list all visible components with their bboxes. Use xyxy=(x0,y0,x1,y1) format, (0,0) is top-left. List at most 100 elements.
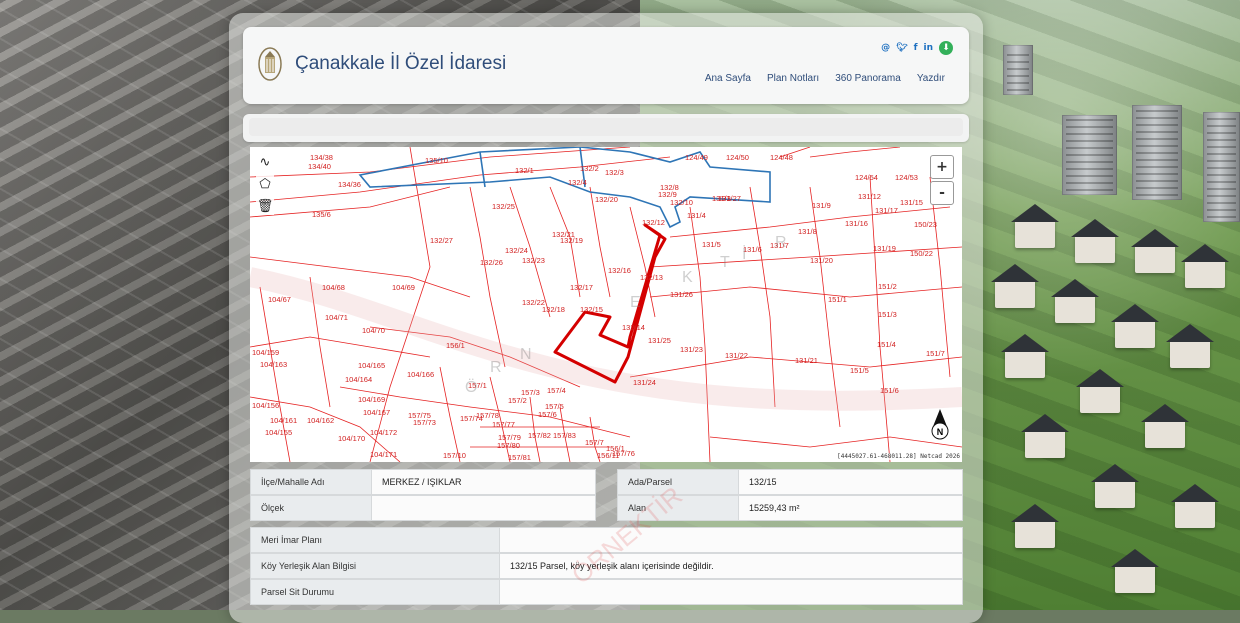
parcel-label: 131/24 xyxy=(633,378,656,387)
draw-line-icon[interactable]: ∿ xyxy=(256,153,274,171)
parcel-label: 104/164 xyxy=(345,375,372,384)
parcel-label: 131/27 xyxy=(718,194,741,203)
parcel-label: 104/70 xyxy=(362,326,385,335)
parcel-label: 131/5 xyxy=(702,240,721,249)
nav-plan-notlari[interactable]: Plan Notları xyxy=(767,73,819,84)
nav-360-panorama[interactable]: 360 Panorama xyxy=(835,73,901,84)
nav-ana-sayfa[interactable]: Ana Sayfa xyxy=(705,73,751,84)
area-value: 15259,43 m² xyxy=(739,496,962,520)
parcel-label: 151/4 xyxy=(877,340,896,349)
parcel-label: 157/80 xyxy=(497,441,520,450)
parcel-label: 124/50 xyxy=(726,153,749,162)
social-links: @ 🐦︎ f in ⬇ xyxy=(881,41,953,55)
parcel-label: 157/78 xyxy=(476,411,499,420)
table-row: İlçe/Mahalle Adı MERKEZ / IŞIKLAR xyxy=(250,469,596,495)
parcel-label: 131/9 xyxy=(812,201,831,210)
parcel-label: 157/6 xyxy=(538,410,557,419)
parcel-label: 151/6 xyxy=(880,386,899,395)
parcel-label: 104/170 xyxy=(338,434,365,443)
svg-text:N: N xyxy=(520,346,532,363)
download-icon[interactable]: ⬇ xyxy=(939,41,953,55)
table-row: Alan 15259,43 m² xyxy=(617,495,963,521)
parcel-label: 104/166 xyxy=(407,370,434,379)
parcel-label: 104/69 xyxy=(392,283,415,292)
village-settlement-label: Köy Yerleşik Alan Bilgisi xyxy=(251,554,500,578)
parcel-label: 131/4 xyxy=(687,211,706,220)
parcel-label: 132/10 xyxy=(670,198,693,207)
parcel-label: 157/82 xyxy=(528,431,551,440)
parcel-label: 104/162 xyxy=(307,416,334,425)
site-status-label: Parsel Sit Durumu xyxy=(251,580,500,604)
parcel-label: 104/67 xyxy=(268,295,291,304)
parcel-label: 157/10 xyxy=(443,451,466,460)
village-settlement-value: 132/15 Parsel, köy yerleşik alanı içeris… xyxy=(500,554,962,578)
coordinate-readout: [4445027.61-468011.28] Netcad 2026 xyxy=(837,453,960,460)
linkedin-icon[interactable]: in xyxy=(924,43,934,53)
parcel-label: 132/3 xyxy=(605,168,624,177)
parcel-label: 156/11 xyxy=(597,451,619,460)
parcel-map[interactable]: 134/38 134/40 134/36 135/10 132/1 132/2 132/3 1… xyxy=(250,147,962,462)
map-canvas[interactable]: 134/38134/40 134/36 135/10 132/1 132/2 132/3 1… xyxy=(250,147,962,462)
parcel-label: 104/155 xyxy=(265,428,292,437)
svg-text:R: R xyxy=(775,234,787,251)
scale-label: Ölçek xyxy=(251,496,372,520)
parcel-label: 104/159 xyxy=(252,348,279,357)
parcel-label: 135/6 xyxy=(312,210,331,219)
zoom-out-button[interactable]: - xyxy=(930,181,954,205)
parcel-label: 157/77 xyxy=(492,420,515,429)
svg-text:Ö: Ö xyxy=(465,378,477,396)
parcel-label: 124/49 xyxy=(685,153,708,162)
parcel-label: 131/19 xyxy=(873,244,896,253)
page-title: Çanakkale İl Özel İdaresi xyxy=(295,53,507,74)
svg-text:İ: İ xyxy=(742,244,746,263)
parcel-label: 131/21 xyxy=(795,356,818,365)
area-label: Alan xyxy=(618,496,739,520)
parcel-label: 150/23 xyxy=(914,220,937,229)
parcel-label: 132/26 xyxy=(480,258,503,267)
parcel-label: 131/25 xyxy=(648,336,671,345)
parcel-label: 131/15 xyxy=(900,198,923,207)
parcel-label: 132/2 xyxy=(580,164,599,173)
parcel-label: 151/1 xyxy=(828,295,847,304)
draw-toolbar: ∿ ⬠ 🗑︎ xyxy=(256,153,274,215)
facebook-icon[interactable]: f xyxy=(914,43,918,53)
parcel-label: 134/36 xyxy=(338,180,361,189)
map-watermark: ÖRN EKT İR xyxy=(465,234,787,396)
zoom-in-button[interactable]: + xyxy=(930,155,954,179)
parcel-label: 132/18 xyxy=(542,305,565,314)
parcel-label: 134/40 xyxy=(308,162,331,171)
twitter-icon[interactable]: 🐦︎ xyxy=(896,43,907,53)
parcel-label: 151/7 xyxy=(926,349,945,358)
district-label: İlçe/Mahalle Adı xyxy=(251,470,372,494)
parcel-label: 124/48 xyxy=(770,153,793,162)
municipality-logo-icon xyxy=(258,47,282,81)
zoning-plan-value xyxy=(500,528,962,552)
parcel-label: 157/2 xyxy=(508,396,527,405)
nav-yazdir[interactable]: Yazdır xyxy=(917,73,945,84)
parcel-label: 151/5 xyxy=(850,366,869,375)
email-icon[interactable]: @ xyxy=(881,43,890,53)
district-value: MERKEZ / IŞIKLAR xyxy=(372,470,595,494)
svg-text:N: N xyxy=(937,427,944,437)
parcel-label: 157/3 xyxy=(521,388,540,397)
parcel-label: 132/4 xyxy=(568,178,587,187)
table-row: Ada/Parsel 132/15 xyxy=(617,469,963,495)
selected-parcel-outline xyxy=(553,223,667,384)
parcel-label: 131/20 xyxy=(810,256,833,265)
parcel-label: 132/13 xyxy=(640,273,663,282)
parcel-label: 132/12 xyxy=(642,218,665,227)
parcel-label: 132/24 xyxy=(505,246,528,255)
parcel-label: 156/1 xyxy=(446,341,465,350)
parcel-label: 132/27 xyxy=(430,236,453,245)
trash-icon[interactable]: 🗑︎ xyxy=(256,197,274,215)
parcel-label: 131/23 xyxy=(680,345,703,354)
parcel-value: 132/15 xyxy=(739,470,962,494)
parcel-label: 132/17 xyxy=(570,283,593,292)
header: Çanakkale İl Özel İdaresi @ 🐦︎ f in ⬇ An… xyxy=(243,27,969,104)
zoom-controls: + - xyxy=(930,155,954,205)
parcel-label: 131/22 xyxy=(725,351,748,360)
draw-polygon-icon[interactable]: ⬠ xyxy=(256,175,274,193)
parcel-label: 104/169 xyxy=(358,395,385,404)
zoning-plan-label: Meri İmar Planı xyxy=(251,528,500,552)
table-row: Ölçek xyxy=(250,495,596,521)
